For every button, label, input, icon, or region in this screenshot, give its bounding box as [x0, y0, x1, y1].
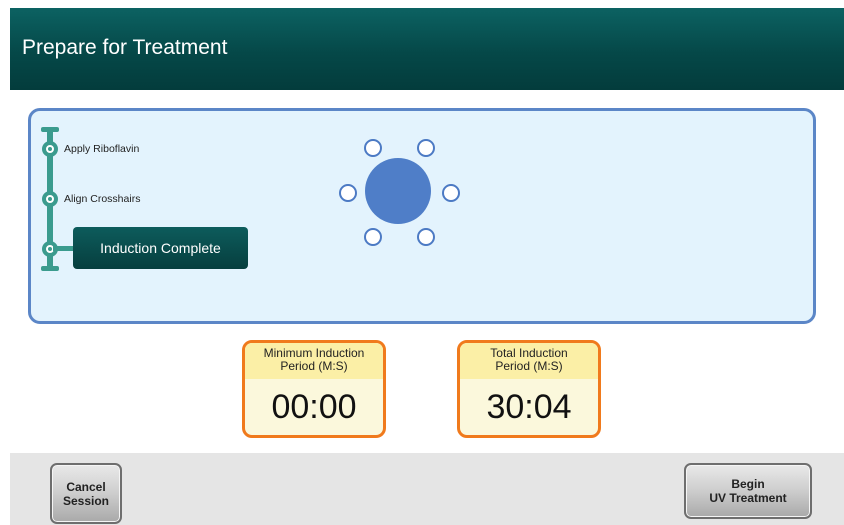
step-node-apply-riboflavin — [42, 141, 58, 157]
begin-label-line2: UV Treatment — [709, 491, 787, 505]
timer-value: 30:04 — [486, 388, 572, 426]
footer-bar: Cancel Session Begin UV Treatment — [10, 453, 844, 525]
cancel-label-line1: Cancel — [66, 479, 106, 494]
timer-label: Total Induction Period (M:S) — [460, 343, 598, 379]
timer-label: Minimum Induction Period (M:S) — [245, 343, 383, 379]
led-ring-bottom-left — [364, 228, 382, 246]
rail-bottom-cap — [41, 266, 59, 271]
header-bar: Prepare for Treatment — [10, 8, 844, 90]
step-connector — [53, 246, 73, 251]
led-ring-top-left — [364, 139, 382, 157]
step-induction-complete: Induction Complete — [73, 227, 248, 269]
timer-value: 00:00 — [271, 388, 357, 426]
timer-label-line2: Period (M:S) — [495, 359, 563, 373]
minimum-induction-timer: Minimum Induction Period (M:S) 00:00 — [242, 340, 386, 438]
step-label-align-crosshairs: Align Crosshairs — [64, 193, 141, 205]
treatment-panel: Apply Riboflavin Align Crosshairs Induct… — [28, 108, 816, 324]
page-title: Prepare for Treatment — [22, 36, 228, 59]
begin-label-line1: Begin — [731, 477, 765, 491]
begin-uv-treatment-button[interactable]: Begin UV Treatment — [684, 463, 812, 519]
eye-target-circle — [365, 158, 431, 224]
step-label-apply-riboflavin: Apply Riboflavin — [64, 143, 140, 155]
led-ring-bottom-right — [417, 228, 435, 246]
led-ring-left — [339, 184, 357, 202]
step-node-align-crosshairs — [42, 191, 58, 207]
cancel-session-button[interactable]: Cancel Session — [50, 463, 122, 524]
cancel-label-line2: Session — [62, 493, 110, 508]
total-induction-timer: Total Induction Period (M:S) 30:04 — [457, 340, 601, 438]
led-ring-top-right — [417, 139, 435, 157]
timer-label-line2: Period (M:S) — [280, 359, 348, 373]
led-ring-right — [442, 184, 460, 202]
